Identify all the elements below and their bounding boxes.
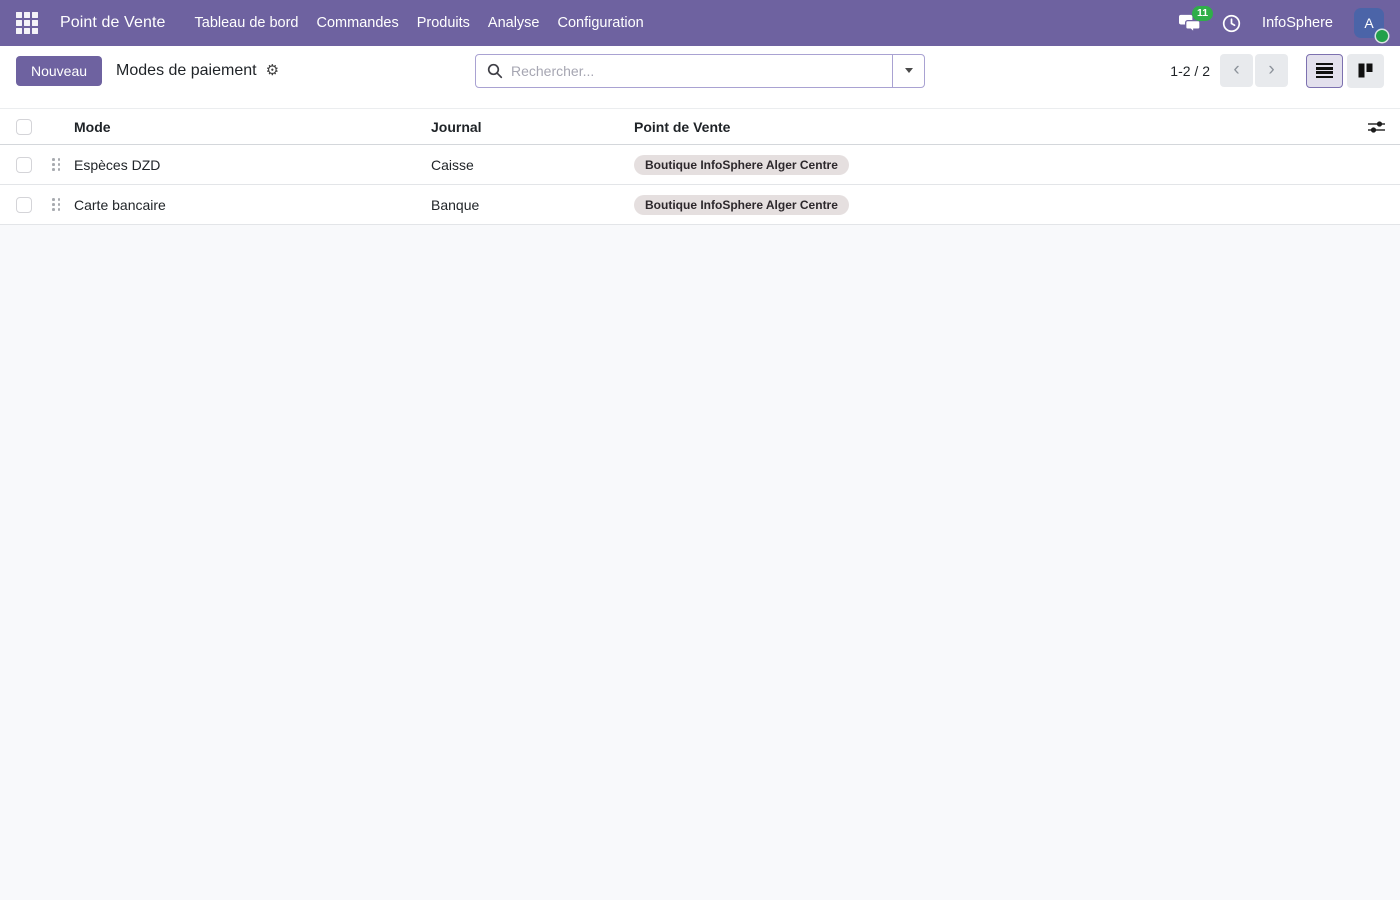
table-row[interactable]: Carte bancaire Banque Boutique InfoSpher… [0,185,1400,225]
page-title-breadcrumb: Modes de paiement [116,62,257,80]
menu-analyse[interactable]: Analyse [479,9,549,37]
pos-tag: Boutique InfoSphere Alger Centre [634,195,849,215]
list-view-button[interactable] [1306,54,1343,88]
column-header-journal[interactable]: Journal [431,119,634,135]
column-header-point-de-vente[interactable]: Point de Vente [634,119,1344,135]
pos-tag: Boutique InfoSphere Alger Centre [634,155,849,175]
main-menu: Tableau de bord Commandes Produits Analy… [186,9,653,37]
menu-tableau-de-bord[interactable]: Tableau de bord [186,9,308,37]
cell-mode: Espèces DZD [74,157,431,173]
drag-handle-icon[interactable] [52,198,61,211]
apps-grid-icon[interactable] [16,12,38,34]
actions-gear-icon[interactable]: ⚙ [266,63,279,78]
control-panel: Nouveau Modes de paiement ⚙ 1-2 / 2 ‹ › [0,46,1400,95]
pager-counter: 1-2 / 2 [1170,63,1210,79]
pager: ‹ › [1220,54,1288,87]
activities-button[interactable] [1222,14,1241,33]
view-switcher [1306,54,1384,88]
user-avatar[interactable]: A [1354,8,1384,38]
kanban-view-button[interactable] [1347,54,1384,88]
row-checkbox[interactable] [16,157,32,173]
search-input[interactable] [503,55,892,87]
list-view-icon [1316,63,1333,79]
top-navbar: Point de Vente Tableau de bord Commandes… [0,0,1400,46]
list-header-row: Mode Journal Point de Vente [0,108,1400,145]
avatar-initial: A [1364,15,1373,31]
search-bar [475,54,925,88]
app-brand-point-de-vente[interactable]: Point de Vente [60,14,166,32]
empty-content-area [0,225,1400,900]
select-all-checkbox[interactable] [16,119,32,135]
menu-produits[interactable]: Produits [408,9,479,37]
menu-configuration[interactable]: Configuration [549,9,653,37]
pager-previous-button[interactable]: ‹ [1220,54,1253,87]
clock-icon [1222,14,1241,33]
cell-journal: Caisse [431,157,634,173]
search-dropdown-toggle[interactable] [892,55,924,87]
table-row[interactable]: Espèces DZD Caisse Boutique InfoSphere A… [0,145,1400,185]
list-view: Mode Journal Point de Vente Espèces DZD … [0,95,1400,225]
company-name[interactable]: InfoSphere [1262,15,1333,31]
online-status-dot [1376,30,1388,42]
kanban-view-icon [1358,63,1373,78]
new-button[interactable]: Nouveau [16,56,102,86]
pager-next-button[interactable]: › [1255,54,1288,87]
discuss-messages-button[interactable]: 11 [1178,13,1201,34]
cell-mode: Carte bancaire [74,197,431,213]
column-header-mode[interactable]: Mode [74,119,431,135]
row-checkbox[interactable] [16,197,32,213]
cell-journal: Banque [431,197,634,213]
menu-commandes[interactable]: Commandes [308,9,408,37]
sliders-icon [1368,120,1385,134]
messages-count-badge: 11 [1192,6,1213,22]
drag-handle-icon[interactable] [52,158,61,171]
optional-columns-button[interactable] [1368,120,1400,134]
search-icon [476,55,503,87]
chevron-down-icon [905,68,913,73]
